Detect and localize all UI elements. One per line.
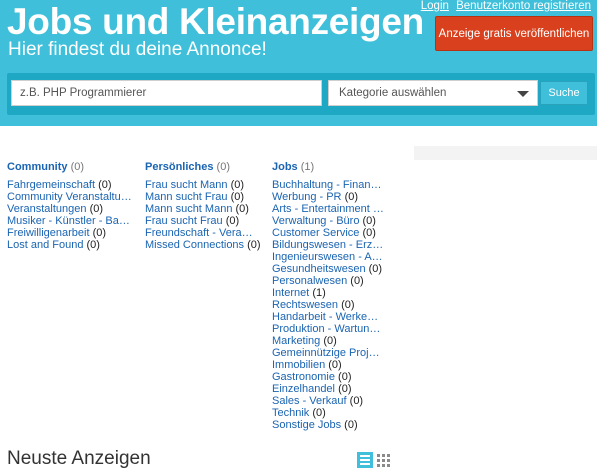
category-link[interactable]: Marketing (0) [272,335,337,347]
list-item: Veranstaltungen (0) [7,203,135,215]
category-link[interactable]: Ingenieurswesen - Architektur [272,251,384,263]
category-column-community: Community (0) Fahrgemeinschaft (0) Commu… [7,161,135,251]
category-link[interactable]: Gemeinnützige Projekte [272,347,384,359]
list-item: Werbung - PR (0) [272,191,390,203]
list-item: Frau sucht Frau (0) [145,215,263,227]
list-item: Gastronomie (0) [272,371,390,383]
category-list: Fahrgemeinschaft (0) Community Veranstal… [7,179,135,251]
category-link[interactable]: Frau sucht Mann (0) [145,179,244,191]
list-item: Sonstige Jobs (0) [272,419,390,431]
list-view-icon[interactable] [357,452,373,468]
list-item: Missed Connections (0) [145,239,263,251]
list-item: Ingenieurswesen - Architektur [272,251,390,263]
category-select-label: Kategorie auswählen [339,87,447,99]
login-link[interactable]: Login [421,0,449,12]
search-button[interactable]: Suche [540,81,588,105]
category-heading: Jobs (1) [272,161,390,173]
register-link[interactable]: Benutzerkonto registrieren [456,0,591,12]
category-link[interactable]: Internet (1) [272,287,326,299]
chevron-down-icon [517,91,529,97]
category-link[interactable]: Mann sucht Frau (0) [145,191,244,203]
list-item: Rechtswesen (0) [272,299,390,311]
category-link[interactable]: Veranstaltungen (0) [7,203,103,215]
category-heading-link[interactable]: Jobs [272,161,298,173]
category-link[interactable]: Freundschaft - Veranstaltungen [145,227,257,239]
category-link[interactable]: Musiker - Künstler - Bands [7,215,135,227]
category-list: Buchhaltung - Finanzen Werbung - PR (0) Ar… [272,179,390,431]
category-link[interactable]: Lost and Found (0) [7,239,100,251]
list-item: Community Veranstaltungen [7,191,135,203]
list-item: Technik (0) [272,407,390,419]
category-link[interactable]: Frau sucht Frau (0) [145,215,239,227]
category-link[interactable]: Einzelhandel (0) [272,383,352,395]
account-links: Login Benutzerkonto registrieren [417,0,591,12]
category-list: Frau sucht Mann (0) Mann sucht Frau (0) … [145,179,263,251]
list-item: Mann sucht Mann (0) [145,203,263,215]
site-header: Jobs und Kleinanzeigen Hier findest du d… [0,0,597,126]
category-count: (0) [216,161,230,173]
category-link[interactable]: Werbung - PR (0) [272,191,358,203]
list-item: Gesundheitswesen (0) [272,263,390,275]
list-item: Produktion - Wartung - Logistik [272,323,390,335]
list-item: Lost and Found (0) [7,239,135,251]
category-link[interactable]: Fahrgemeinschaft (0) [7,179,112,191]
category-link[interactable]: Gastronomie (0) [272,371,352,383]
category-link[interactable]: Handarbeit - Werken - Bau [272,311,384,323]
category-column-jobs: Jobs (1) Buchhaltung - Finanzen Werbung -… [272,161,390,431]
search-bar: Kategorie auswählen Suche [7,73,595,115]
category-link[interactable]: Produktion - Wartung - Logistik [272,323,384,335]
list-item: Personalwesen (0) [272,275,390,287]
list-item: Freundschaft - Veranstaltungen [145,227,263,239]
category-link[interactable]: Arts - Entertainment - Medien [272,203,384,215]
list-item: Buchhaltung - Finanzen [272,179,390,191]
list-item: Einzelhandel (0) [272,383,390,395]
list-item: Customer Service (0) [272,227,390,239]
sidebar-strip [414,146,597,160]
category-link[interactable]: Verwaltung - Büro (0) [272,215,376,227]
category-link[interactable]: Sonstige Jobs (0) [272,419,358,431]
category-link[interactable]: Rechtswesen (0) [272,299,355,311]
list-item: Frau sucht Mann (0) [145,179,263,191]
category-link[interactable]: Customer Service (0) [272,227,376,239]
category-link[interactable]: Personalwesen (0) [272,275,364,287]
list-item: Freiwilligenarbeit (0) [7,227,135,239]
list-item: Musiker - Künstler - Bands [7,215,135,227]
category-link[interactable]: Gesundheitswesen (0) [272,263,382,275]
category-link[interactable]: Missed Connections (0) [145,239,261,251]
list-item: Verwaltung - Büro (0) [272,215,390,227]
list-item: Mann sucht Frau (0) [145,191,263,203]
category-link[interactable]: Mann sucht Mann (0) [145,203,249,215]
category-column-personals: Persönliches (0) Frau sucht Mann (0) Man… [145,161,263,251]
category-link[interactable]: Freiwilligenarbeit (0) [7,227,106,239]
category-count: (1) [300,161,315,173]
category-heading: Persönliches (0) [145,161,263,173]
category-heading-link[interactable]: Persönliches [145,161,213,173]
grid-view-icon[interactable] [375,452,391,468]
category-heading-link[interactable]: Community [7,161,68,173]
site-subtitle: Hier findest du deine Annonce! [8,39,267,60]
list-item: Handarbeit - Werken - Bau [272,311,390,323]
latest-ads-title: Neuste Anzeigen [7,448,151,469]
list-item: Fahrgemeinschaft (0) [7,179,135,191]
list-item: Arts - Entertainment - Medien [272,203,390,215]
category-select[interactable]: Kategorie auswählen [328,80,538,106]
category-link[interactable]: Sales - Verkauf (0) [272,395,363,407]
category-heading: Community (0) [7,161,135,173]
list-item: Gemeinnützige Projekte [272,347,390,359]
category-link[interactable]: Buchhaltung - Finanzen [272,179,384,191]
search-input[interactable] [11,80,322,106]
list-item: Bildungswesen - Erziehung [272,239,390,251]
category-link[interactable]: Bildungswesen - Erziehung [272,239,384,251]
post-ad-button[interactable]: Anzeige gratis veröffentlichen [435,16,593,51]
list-item: Immobilien (0) [272,359,390,371]
list-item: Internet (1) [272,287,390,299]
category-link[interactable]: Immobilien (0) [272,359,342,371]
category-link[interactable]: Technik (0) [272,407,326,419]
list-item: Marketing (0) [272,335,390,347]
list-item: Sales - Verkauf (0) [272,395,390,407]
category-link[interactable]: Community Veranstaltungen [7,191,133,203]
category-count: (0) [70,161,85,173]
